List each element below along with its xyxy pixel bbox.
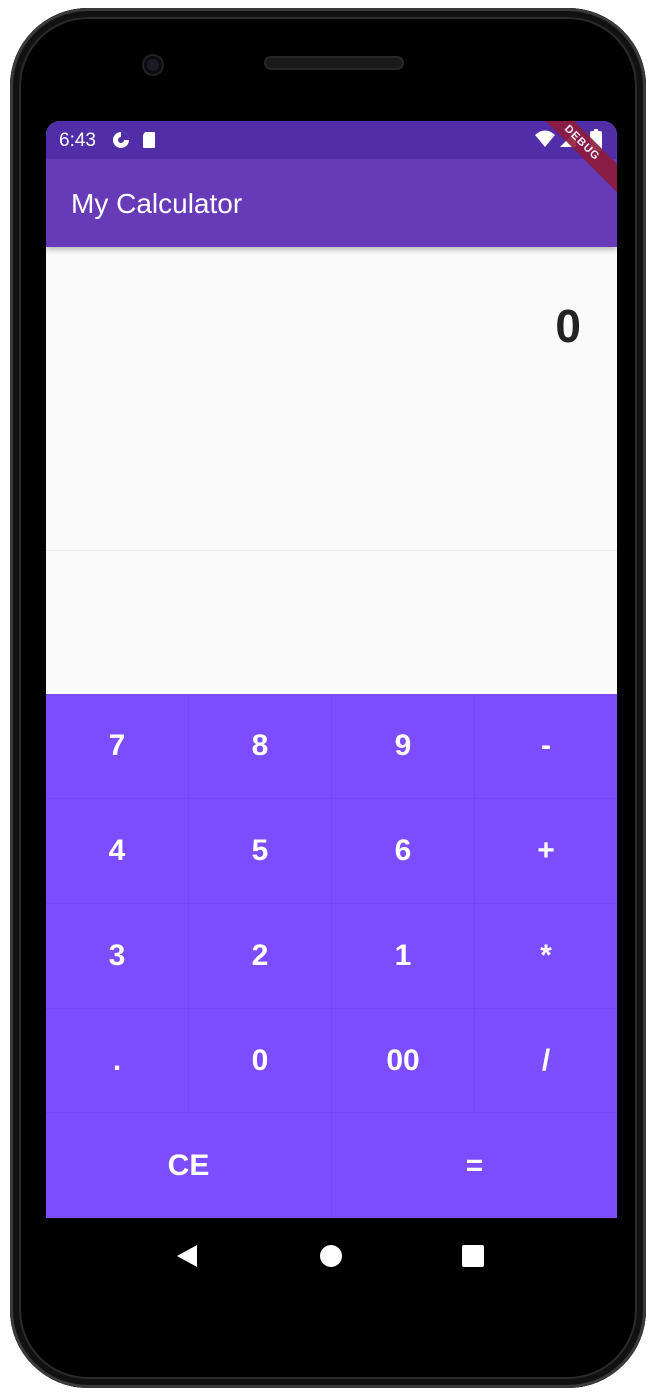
- wifi-icon: [535, 130, 555, 147]
- key-6[interactable]: 6: [332, 799, 475, 904]
- home-icon[interactable]: [320, 1245, 342, 1267]
- key-0[interactable]: 0: [189, 1009, 332, 1113]
- key-multiply[interactable]: *: [475, 904, 617, 1009]
- key-1[interactable]: 1: [332, 904, 475, 1009]
- key-5[interactable]: 5: [189, 799, 332, 904]
- front-camera: [144, 56, 162, 74]
- key-4[interactable]: 4: [46, 799, 189, 904]
- app-title: My Calculator: [71, 188, 243, 219]
- app-bar: My Calculator: [46, 159, 617, 247]
- key-3[interactable]: 3: [46, 904, 189, 1009]
- data-saver-icon: [113, 132, 129, 148]
- back-icon[interactable]: [176, 1244, 198, 1268]
- key-decimal[interactable]: .: [46, 1009, 189, 1113]
- key-clear-entry[interactable]: CE: [46, 1113, 332, 1218]
- key-8[interactable]: 8: [189, 694, 332, 799]
- key-9[interactable]: 9: [332, 694, 475, 799]
- navigation-bar: [46, 1218, 617, 1298]
- display-value: 0: [555, 300, 581, 352]
- key-subtract[interactable]: -: [475, 694, 617, 799]
- expression-area: [46, 551, 617, 694]
- key-equals[interactable]: =: [332, 1113, 617, 1218]
- key-2[interactable]: 2: [189, 904, 332, 1009]
- sd-card-icon: [143, 132, 155, 148]
- status-bar: 6:43: [46, 121, 617, 159]
- status-time: 6:43: [59, 130, 96, 151]
- result-display: 0: [46, 247, 617, 551]
- earpiece-speaker: [264, 56, 404, 70]
- recents-icon[interactable]: [462, 1245, 484, 1267]
- key-00[interactable]: 00: [332, 1009, 475, 1113]
- key-add[interactable]: +: [475, 799, 617, 904]
- screen: 6:43 DEBUG My Calculator 0 7 8 9 - 4 5 6…: [46, 121, 617, 1218]
- keypad: 7 8 9 - 4 5 6 + 3 2 1 * . 0 00 / CE =: [46, 694, 617, 1218]
- key-divide[interactable]: /: [475, 1009, 617, 1113]
- key-7[interactable]: 7: [46, 694, 189, 799]
